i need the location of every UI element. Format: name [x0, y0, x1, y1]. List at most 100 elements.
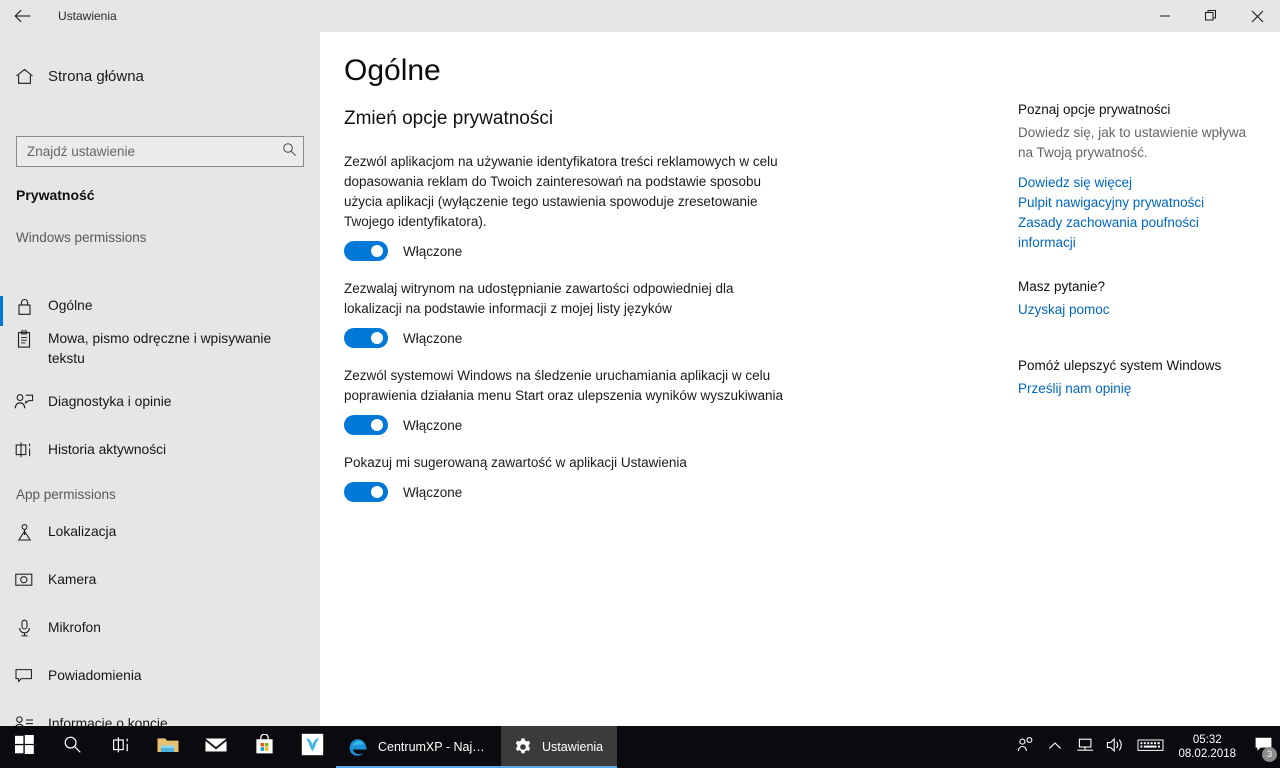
- taskbar-app-label: Ustawienia: [542, 740, 604, 754]
- toggle-row[interactable]: Włączone: [344, 241, 794, 261]
- keyboard-button[interactable]: [1130, 726, 1170, 768]
- toggle-state-label: Włączone: [403, 484, 463, 500]
- chevron-up-icon: [1048, 738, 1062, 756]
- rail-link-privacy-dashboard[interactable]: Pulpit nawigacyjny prywatności: [1018, 193, 1258, 213]
- rail-subtext: Dowiedz się, jak to ustawienie wpływa na…: [1018, 125, 1247, 160]
- clipboard-icon: [0, 329, 48, 349]
- window-body: Ustawienia Strona główna Znajdź ustawien…: [0, 0, 1280, 726]
- home-icon: [0, 68, 48, 85]
- toggle-switch[interactable]: [344, 328, 388, 348]
- vivaldi-icon: [301, 733, 324, 761]
- back-button[interactable]: [0, 0, 46, 32]
- sidebar-item-mowa-pismo[interactable]: Mowa, pismo odręczne i wpisywanie tekstu: [0, 329, 320, 377]
- microsoft-store-button[interactable]: [240, 726, 288, 768]
- sidebar-item-label: Historia aktywności: [48, 442, 167, 457]
- people-icon: [1017, 736, 1034, 758]
- lock-icon: [0, 296, 48, 316]
- sidebar-item-kamera[interactable]: Kamera: [0, 570, 320, 600]
- rail-link-give-feedback[interactable]: Prześlij nam opinię: [1018, 379, 1258, 399]
- file-explorer-button[interactable]: [144, 726, 192, 768]
- task-view-button[interactable]: [96, 726, 144, 768]
- rail-heading: Poznaj opcje prywatności: [1018, 102, 1171, 117]
- page-title: Ogólne: [344, 54, 441, 87]
- sidebar-item-mikrofon[interactable]: Mikrofon: [0, 618, 320, 648]
- keyboard-icon: [1137, 737, 1164, 758]
- window-controls: [1142, 0, 1280, 32]
- setting-app-launch-tracking: Zezwól systemowi Windows na śledzenie ur…: [344, 366, 794, 435]
- taskbar-app-label: CentrumXP - Najle...: [378, 740, 487, 754]
- start-button[interactable]: [0, 726, 48, 768]
- taskbar-app-settings[interactable]: Ustawienia: [501, 726, 618, 768]
- toggle-knob: [371, 486, 383, 498]
- search-input[interactable]: [16, 136, 304, 167]
- rail-link-get-help[interactable]: Uzyskaj pomoc: [1018, 300, 1258, 320]
- sidebar-item-lokalizacja[interactable]: Lokalizacja: [0, 522, 320, 552]
- sidebar-item-historia-aktywnosci[interactable]: Historia aktywności: [0, 440, 320, 470]
- toggle-switch[interactable]: [344, 241, 388, 261]
- toggle-switch[interactable]: [344, 415, 388, 435]
- setting-description: Zezwól systemowi Windows na śledzenie ur…: [344, 368, 783, 403]
- selection-indicator: [0, 618, 3, 648]
- toggle-row[interactable]: Włączone: [344, 415, 794, 435]
- sidebar-item-home[interactable]: Strona główna: [0, 58, 320, 94]
- sidebar-home-label: Strona główna: [48, 67, 144, 85]
- selection-indicator: [0, 296, 3, 326]
- sidebar-item-diagnostyka[interactable]: Diagnostyka i opinie: [0, 392, 320, 422]
- sidebar-item-informacje-o-koncie[interactable]: Informacje o koncie: [0, 714, 320, 726]
- sidebar-item-powiadomienia[interactable]: Powiadomienia: [0, 666, 320, 696]
- sidebar-item-label: Powiadomienia: [48, 668, 142, 683]
- search-box[interactable]: [16, 136, 304, 167]
- toggle-row[interactable]: Włączone: [344, 328, 794, 348]
- volume-button[interactable]: [1100, 726, 1130, 768]
- action-center-button[interactable]: 3: [1246, 726, 1280, 768]
- toggle-knob: [371, 332, 383, 344]
- minimize-button[interactable]: [1142, 0, 1188, 32]
- toggle-state-label: Włączone: [403, 330, 463, 346]
- selection-indicator: [0, 329, 3, 377]
- sidebar-item-label: Mikrofon: [48, 620, 101, 635]
- microphone-icon: [0, 618, 48, 638]
- back-arrow-icon: [14, 9, 32, 23]
- edge-icon: [348, 737, 369, 758]
- selection-indicator: [0, 392, 3, 422]
- sidebar-item-ogolne[interactable]: Ogólne: [0, 296, 320, 326]
- taskbar-app-edge[interactable]: CentrumXP - Najle...: [336, 726, 501, 768]
- setting-description: Zezwól aplikacjom na używanie identyfika…: [344, 154, 778, 229]
- restore-button[interactable]: [1188, 0, 1234, 32]
- toggle-row[interactable]: Włączone: [344, 482, 794, 502]
- vivaldi-button[interactable]: [288, 726, 336, 768]
- system-tray: 05:32 08.02.2018 3: [1010, 726, 1280, 768]
- clock-time: 05:32: [1192, 734, 1222, 746]
- sidebar-item-label: Lokalizacja: [48, 524, 117, 539]
- close-button[interactable]: [1234, 0, 1280, 32]
- microsoft-store-icon: [254, 733, 275, 760]
- account-info-icon: [0, 714, 48, 726]
- related-links-rail: Poznaj opcje prywatności Dowiedz się, ja…: [1018, 102, 1258, 425]
- selection-indicator: [0, 714, 3, 726]
- taskbar-search-button[interactable]: [48, 726, 96, 768]
- notification-icon: [0, 666, 48, 684]
- network-button[interactable]: [1070, 726, 1100, 768]
- settings-app-window: Ustawienia Strona główna Znajdź ustawien…: [0, 0, 1280, 768]
- toggle-knob: [371, 419, 383, 431]
- rail-group-question: Masz pytanie? Uzyskaj pomoc: [1018, 279, 1258, 320]
- sidebar-item-label: Kamera: [48, 572, 97, 587]
- location-pin-icon: [0, 522, 48, 542]
- people-button[interactable]: [1010, 726, 1040, 768]
- section-title: Zmień opcje prywatności: [344, 108, 554, 129]
- sidebar-category-title: Prywatność: [16, 187, 95, 203]
- rail-link-privacy-statement[interactable]: Zasady zachowania poufności informacji: [1018, 213, 1258, 253]
- activity-history-icon: [0, 440, 48, 459]
- volume-icon: [1106, 737, 1125, 758]
- mail-button[interactable]: [192, 726, 240, 768]
- toggle-switch[interactable]: [344, 482, 388, 502]
- selection-indicator: [0, 522, 3, 552]
- show-hidden-icons-button[interactable]: [1040, 726, 1070, 768]
- clock[interactable]: 05:32 08.02.2018: [1170, 726, 1246, 768]
- toggle-state-label: Włączone: [403, 417, 463, 433]
- clock-date: 08.02.2018: [1178, 748, 1236, 760]
- settings-list: Zezwól aplikacjom na używanie identyfika…: [344, 152, 794, 520]
- rail-link-learn-more[interactable]: Dowiedz się więcej: [1018, 173, 1258, 193]
- setting-description: Pokazuj mi sugerowaną zawartość w aplika…: [344, 455, 687, 470]
- toggle-knob: [371, 245, 383, 257]
